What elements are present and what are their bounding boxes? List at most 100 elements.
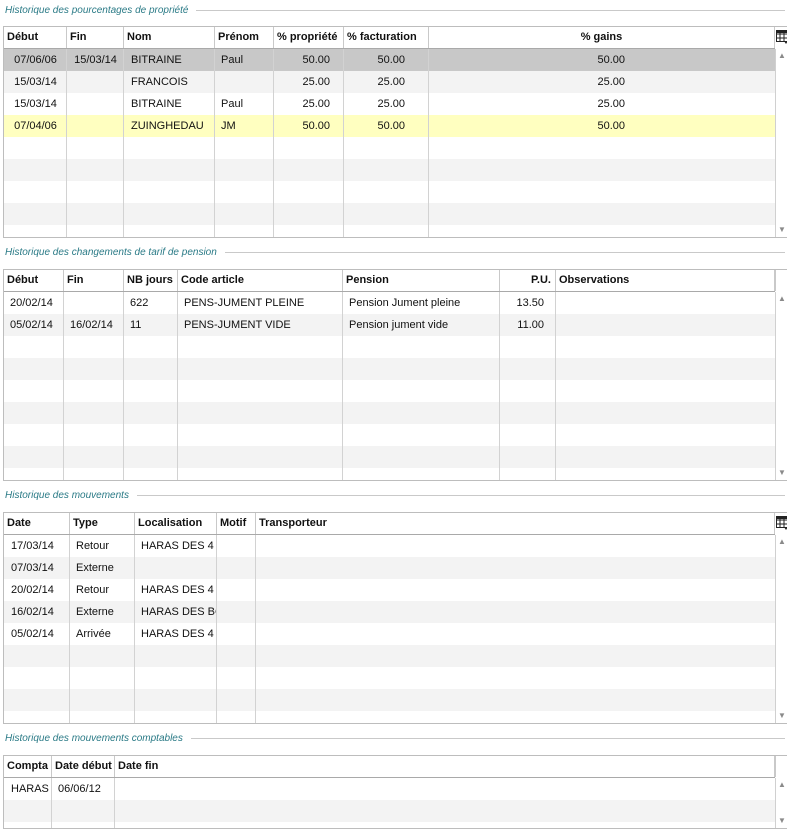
- table-cell: [556, 292, 775, 314]
- column-header[interactable]: NB jours: [124, 270, 178, 291]
- column-header[interactable]: % facturation: [344, 27, 429, 48]
- table-row[interactable]: HARAS 06/06/12: [4, 778, 775, 800]
- table-row[interactable]: 07/06/06 15/03/14 BITRAINE Paul 50.00 50.00 50…: [4, 49, 775, 71]
- table-row[interactable]: 20/02/14 Retour HARAS DES 4: [4, 579, 775, 601]
- empty-row: [4, 402, 775, 424]
- empty-row: [4, 800, 775, 822]
- table-cell: 50.00: [597, 120, 625, 132]
- empty-row: [4, 424, 775, 446]
- column-header[interactable]: Pension: [343, 270, 500, 291]
- column-divider: [69, 535, 70, 723]
- column-divider: [428, 49, 429, 237]
- column-divider: [273, 49, 274, 237]
- column-header[interactable]: Observations: [556, 270, 775, 291]
- column-header[interactable]: Compta: [4, 756, 52, 777]
- column-header[interactable]: Début: [4, 27, 67, 48]
- scroll-up-arrow-icon[interactable]: ▲: [778, 294, 786, 304]
- vertical-scrollbar[interactable]: ▲ ▼: [775, 535, 787, 723]
- table-row[interactable]: 07/04/06 ZUINGHEDAU JM 50.00 50.00 50.00: [4, 115, 775, 137]
- column-header[interactable]: Date fin: [115, 756, 775, 777]
- grid-body: 07/06/06 15/03/14 BITRAINE Paul 50.00 50.00 50…: [4, 49, 775, 237]
- vertical-scrollbar[interactable]: ▲ ▼: [775, 292, 787, 480]
- table-row[interactable]: 05/02/14 Arrivée HARAS DES 4: [4, 623, 775, 645]
- table-cell: [64, 292, 124, 314]
- table-cell: 20/02/14: [10, 297, 53, 309]
- vertical-scrollbar[interactable]: ▲ ▼: [775, 49, 787, 237]
- column-header[interactable]: Début: [4, 270, 64, 291]
- column-header[interactable]: % gains: [429, 27, 775, 48]
- column-header[interactable]: Code article: [178, 270, 343, 291]
- scroll-down-arrow-icon[interactable]: ▼: [778, 711, 786, 721]
- table-cell: 15/03/14: [14, 98, 57, 110]
- section-title-text: Historique des mouvements comptables: [5, 732, 183, 744]
- column-divider: [214, 49, 215, 237]
- column-header[interactable]: Transporteur: [256, 513, 775, 534]
- table-cell: 20/02/14: [11, 584, 54, 596]
- table-cell: HARAS DES 4: [141, 540, 214, 552]
- column-header[interactable]: Fin: [64, 270, 124, 291]
- column-divider: [343, 49, 344, 237]
- table-cell: 25.00: [302, 98, 330, 110]
- table-cell: JM: [221, 120, 236, 132]
- column-header[interactable]: Nom: [124, 27, 215, 48]
- table-row[interactable]: 17/03/14 Retour HARAS DES 4: [4, 535, 775, 557]
- column-divider: [66, 49, 67, 237]
- table-row[interactable]: 07/03/14 Externe: [4, 557, 775, 579]
- table-cell: BITRAINE: [131, 98, 182, 110]
- section-title-mouvements: Historique des mouvements: [5, 488, 785, 502]
- column-divider: [134, 535, 135, 723]
- table-cell: 15/03/14: [14, 76, 57, 88]
- table-cell: 50.00: [302, 54, 330, 66]
- table-row[interactable]: 16/02/14 Externe HARAS DES BC: [4, 601, 775, 623]
- column-header[interactable]: P.U.: [500, 270, 556, 291]
- scroll-down-arrow-icon[interactable]: ▼: [778, 816, 786, 826]
- column-header[interactable]: % propriété: [274, 27, 344, 48]
- table-row[interactable]: 20/02/14 622 PENS-JUMENT PLEINE Pension Jum…: [4, 292, 775, 314]
- scroll-up-arrow-icon[interactable]: ▲: [778, 537, 786, 547]
- column-header[interactable]: Motif: [217, 513, 256, 534]
- table-row[interactable]: 05/02/14 16/02/14 11 PENS-JUMENT VIDE Pensio…: [4, 314, 775, 336]
- column-divider: [216, 535, 217, 723]
- table-cell: [217, 579, 256, 601]
- column-header[interactable]: Fin: [67, 27, 124, 48]
- grid-body: HARAS 06/06/12: [4, 778, 775, 828]
- table-cell: PENS-JUMENT VIDE: [184, 319, 291, 331]
- scroll-down-arrow-icon[interactable]: ▼: [778, 468, 786, 478]
- column-header[interactable]: Date: [4, 513, 70, 534]
- column-divider: [63, 292, 64, 480]
- table-cell: 25.00: [597, 76, 625, 88]
- grid-body: 17/03/14 Retour HARAS DES 4 07/03/14 Externe…: [4, 535, 775, 723]
- table-cell: 11: [130, 319, 142, 331]
- empty-row: [4, 689, 775, 711]
- table-cell: 50.00: [377, 54, 405, 66]
- table-cell: [135, 557, 217, 579]
- column-divider: [177, 292, 178, 480]
- table-cell: 06/06/12: [58, 783, 101, 795]
- column-header[interactable]: Type: [70, 513, 135, 534]
- table-row[interactable]: 15/03/14 FRANCOIS 25.00 25.00 25.00: [4, 71, 775, 93]
- grid-header: Date Type Localisation Motif Transporteur: [4, 513, 775, 535]
- scroll-down-arrow-icon[interactable]: ▼: [778, 225, 786, 235]
- column-header[interactable]: Date début: [52, 756, 115, 777]
- section-title-comptables: Historique des mouvements comptables: [5, 731, 785, 745]
- table-cell: HARAS DES 4: [141, 628, 214, 640]
- grid-columns-icon[interactable]: [775, 27, 787, 48]
- mouvements-grid: Date Type Localisation Motif Transporteur 17/…: [3, 512, 787, 724]
- table-cell: [67, 93, 124, 115]
- table-cell: 15/03/14: [74, 54, 117, 66]
- column-divider: [255, 535, 256, 723]
- table-row[interactable]: 15/03/14 BITRAINE Paul 25.00 25.00 25.00: [4, 93, 775, 115]
- empty-row: [4, 225, 775, 237]
- column-divider: [499, 292, 500, 480]
- scroll-up-arrow-icon[interactable]: ▲: [778, 51, 786, 61]
- table-cell: 25.00: [377, 98, 405, 110]
- column-header[interactable]: Localisation: [135, 513, 217, 534]
- tarifs-grid: Début Fin NB jours Code article Pension P.U. O…: [3, 269, 787, 481]
- grid-columns-icon[interactable]: [775, 513, 787, 534]
- column-header[interactable]: Prénom: [215, 27, 274, 48]
- section-title-text: Historique des pourcentages de propriété: [5, 4, 189, 16]
- table-cell: [217, 601, 256, 623]
- scroll-up-arrow-icon[interactable]: ▲: [778, 780, 786, 790]
- vertical-scrollbar[interactable]: ▲ ▼: [775, 778, 787, 828]
- table-cell: [115, 778, 775, 800]
